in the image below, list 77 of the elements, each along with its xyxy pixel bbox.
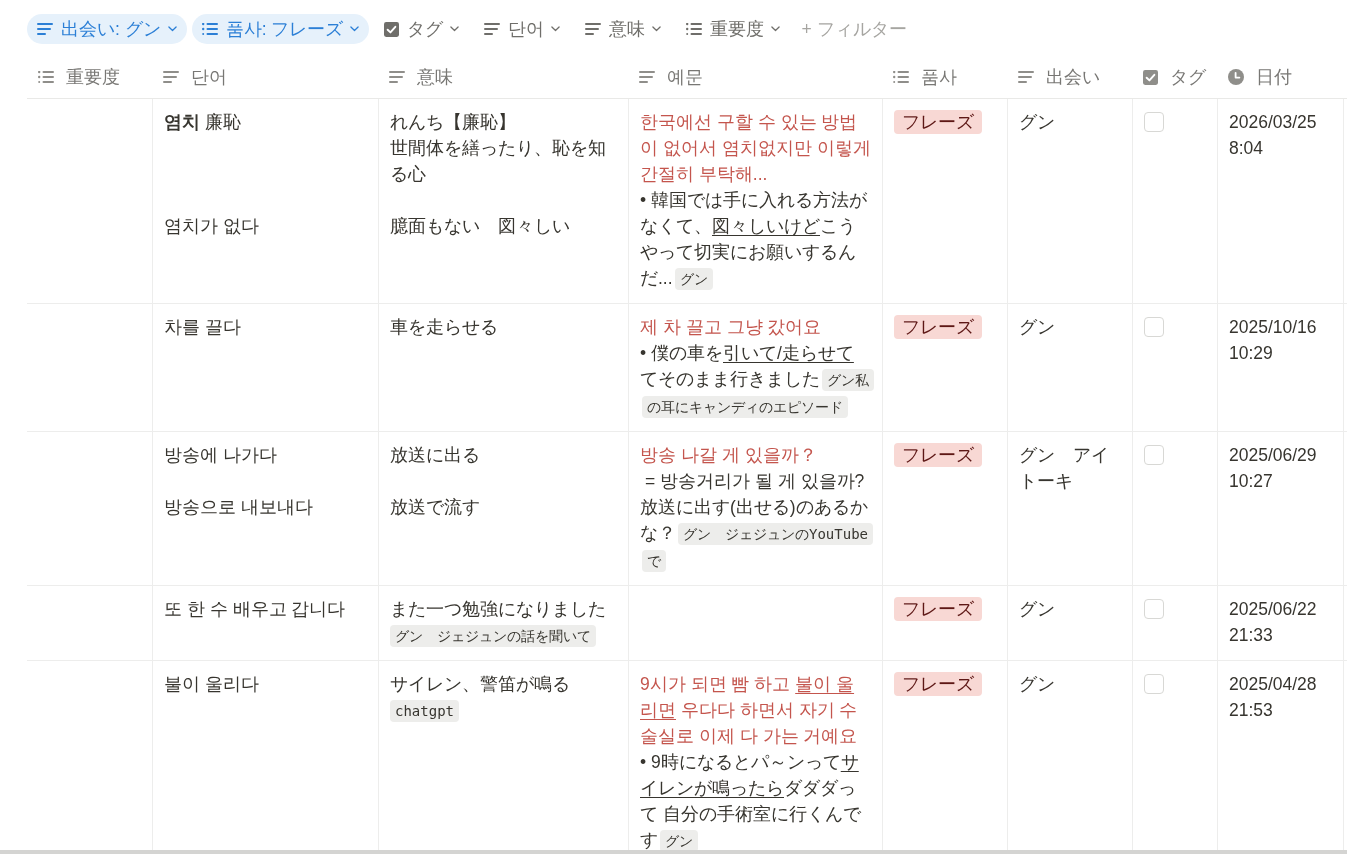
part-of-speech-tag: フレーズ	[894, 110, 982, 134]
encounter-text: グン	[1019, 598, 1056, 621]
column-header[interactable]: 日付	[1217, 56, 1343, 98]
column-header[interactable]: 예문	[628, 56, 882, 98]
example-text: 방송 나갈 게 있을까？	[640, 444, 818, 467]
meaning-text: 世間体を繕ったり、恥を知る心	[390, 137, 607, 186]
column-header[interactable]: タグ	[1132, 56, 1217, 98]
checked-box-icon	[384, 21, 400, 37]
tag-checkbox[interactable]	[1144, 445, 1164, 465]
chevron-icon	[652, 26, 662, 32]
text-lines-icon	[639, 71, 655, 83]
example-text: 9시가 되면 빰 하고 불이 울리면 우다다 하면서 자기 수술실로 이제 다 가는 거예요	[640, 673, 859, 748]
part-of-speech-tag: フレーズ	[894, 443, 982, 467]
filter-chip[interactable]: タグ	[374, 14, 470, 44]
chevron-icon	[450, 26, 460, 32]
text-lines-icon	[37, 23, 53, 35]
encounter-text: グン	[1019, 673, 1056, 696]
filter-chip[interactable]: 意味	[575, 14, 672, 44]
date-text: 2025/06/29 10:27	[1229, 444, 1318, 493]
chevron-icon	[167, 26, 177, 32]
tag-checkbox[interactable]	[1144, 317, 1164, 337]
word-text: 불이 울리다	[164, 673, 260, 696]
tag-checkbox[interactable]	[1144, 112, 1164, 132]
meaning-text: 車を走らせる	[390, 316, 499, 339]
filter-chip[interactable]: 품사: フレーズ	[191, 14, 370, 44]
date-text: 2025/10/16 10:29	[1229, 316, 1318, 365]
part-of-speech-tag: フレーズ	[894, 672, 982, 696]
meaning-text: サイレン、警笛が鳴る	[390, 673, 571, 696]
column-header[interactable]: 단어	[152, 56, 378, 98]
example-text: = 방송거리가 될 게 있을까?	[643, 470, 866, 493]
chevron-icon	[350, 26, 360, 32]
date-text: 2025/06/22 21:33	[1229, 598, 1318, 647]
word-text: 차를 끌다	[164, 316, 242, 339]
list-icon	[686, 23, 703, 35]
list-icon	[38, 71, 54, 83]
clock-icon	[1228, 69, 1244, 85]
word-text: 방송에 나가다 방송으로 내보내다	[164, 444, 314, 519]
example-text: 제 차 끌고 그냥 갔어요	[640, 316, 823, 339]
add-filter-button[interactable]: + フィルター	[795, 14, 913, 44]
text-lines-icon	[163, 71, 179, 83]
horizontal-scrollbar[interactable]	[0, 850, 1347, 854]
example-text: 한국에선 구할 수 있는 방법이 없어서 염치없지만 이렇게 간절히 부탁해...	[640, 111, 871, 186]
list-icon	[893, 71, 909, 83]
filter-chip[interactable]: 出会い: グン	[27, 14, 187, 44]
tag-checkbox[interactable]	[1144, 674, 1164, 694]
text-lines-icon	[389, 71, 405, 83]
date-text: 2026/03/25 8:04	[1229, 111, 1318, 160]
tag-checkbox[interactable]	[1144, 599, 1164, 619]
column-header[interactable]: 意味	[378, 56, 628, 98]
filter-chip[interactable]: 重要度	[676, 14, 791, 44]
column-header[interactable]: 품사	[882, 56, 1007, 98]
column-header[interactable]: 出会い	[1007, 56, 1132, 98]
part-of-speech-tag: フレーズ	[894, 597, 982, 621]
text-lines-icon	[484, 23, 501, 35]
example-text: • 韓国では手に入れる方法がなくて、図々しいけどこうやって切実にお願いするんだ... グン	[640, 189, 868, 292]
list-icon	[201, 23, 218, 35]
chevron-icon	[551, 26, 561, 32]
word-text: 염치 廉恥 염치가 없다	[164, 111, 260, 238]
word-text: 또 한 수 배우고 갑니다	[164, 598, 347, 621]
date-text: 2025/04/28 21:53	[1229, 673, 1318, 722]
meaning-text: また一つ勉強になりました	[390, 598, 607, 621]
encounter-text: グン	[1019, 316, 1056, 339]
text-lines-icon	[585, 23, 602, 35]
meaning-text: 放送に出る	[390, 444, 481, 467]
part-of-speech-tag: フレーズ	[894, 315, 982, 339]
meaning-text: 臆面もない 図々しい	[390, 215, 571, 238]
chevron-icon	[771, 26, 781, 32]
meaning-text: 放送で流す	[390, 496, 481, 519]
column-header[interactable]: 重要度	[27, 56, 152, 98]
encounter-text: グン アイトーキ	[1019, 444, 1110, 493]
inline-code: chatgpt	[390, 700, 459, 722]
text-lines-icon	[1018, 71, 1034, 83]
inline-code: グン ジェジュンの話を聞いて	[390, 625, 596, 647]
checked-box-icon	[1143, 69, 1158, 85]
meaning-text: れんち【廉恥】	[390, 111, 517, 134]
encounter-text: グン	[1019, 111, 1056, 134]
filter-chip[interactable]: 단어	[474, 14, 571, 44]
